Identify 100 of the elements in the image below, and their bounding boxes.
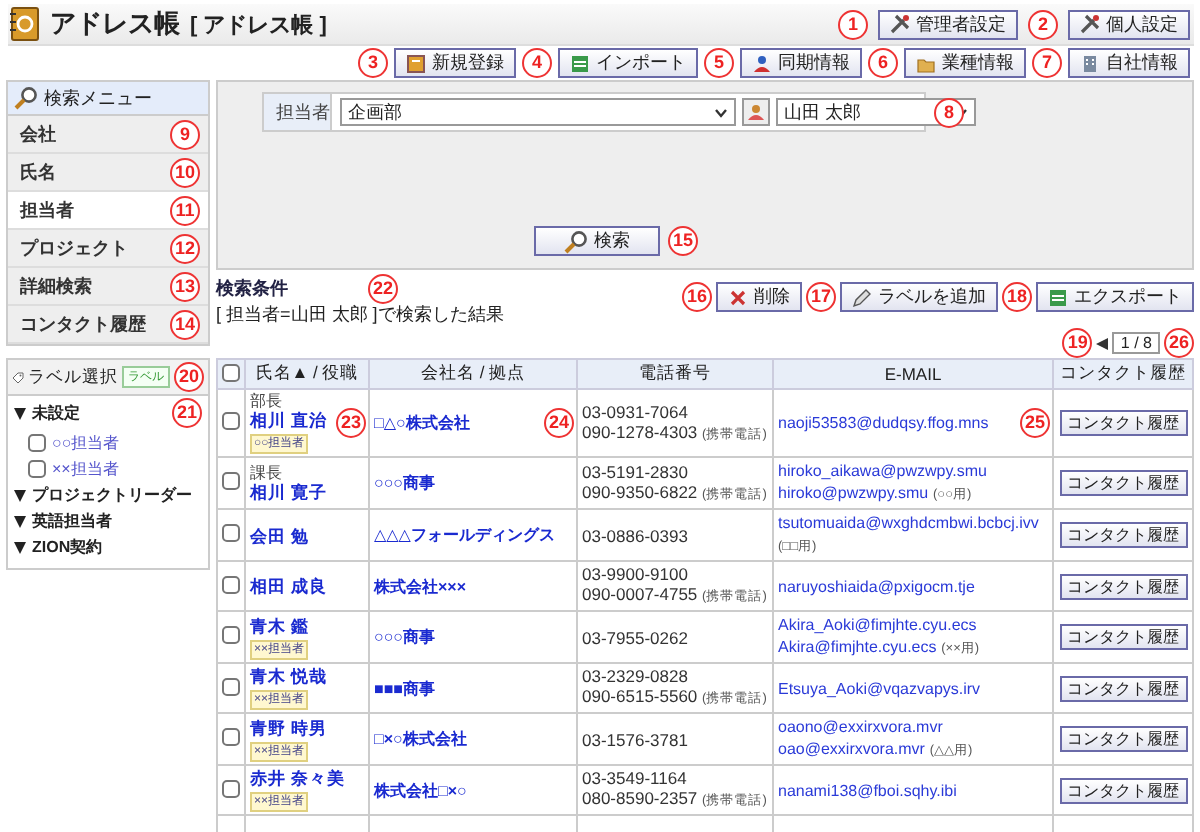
company-link[interactable]: ○○○商事 (374, 474, 435, 492)
callout-number: 25 (1020, 408, 1050, 438)
email-link[interactable]: hiroko_aikawa@pwzwpy.smu (778, 462, 987, 480)
toolbar-button[interactable]: 自社情報 (1068, 48, 1190, 78)
label-group[interactable]: プロジェクトリーダー (32, 484, 192, 506)
settings-button[interactable]: 個人設定 (1068, 9, 1190, 39)
action-button[interactable]: エクスポート (1036, 282, 1194, 312)
contact-name[interactable]: 相川 寛子 (250, 482, 327, 502)
history-button[interactable]: コンタクト履歴 (1059, 410, 1187, 436)
column-header[interactable]: 電話番号 (577, 359, 773, 389)
email-link[interactable]: naoji53583@dudqsy.ffog.mns (778, 414, 989, 432)
column-header[interactable]: コンタクト履歴 (1053, 359, 1193, 389)
phone-number: 03-2329-0828 (582, 666, 688, 686)
callout-number: 23 (336, 408, 366, 438)
row-checkbox[interactable] (222, 412, 240, 430)
job-title: 課長 (250, 464, 284, 482)
panel-title: ラベル選択 (28, 365, 118, 389)
callout-number: 6 (868, 48, 898, 78)
picker-button[interactable] (742, 98, 770, 126)
toolbar-button[interactable]: インポート (558, 48, 698, 78)
column-header[interactable]: 氏名▲ / 役職 (245, 359, 369, 389)
select-all-checkbox[interactable] (222, 363, 240, 381)
action-button[interactable]: 削除 (716, 282, 802, 312)
company-link[interactable]: ○○○商事 (374, 628, 435, 646)
label-group[interactable]: ZION契約 (32, 536, 103, 558)
callout-number: 2 (1028, 9, 1058, 39)
company-link[interactable]: □×○株式会社 (374, 730, 467, 748)
phone-number: 03-9900-9100 (582, 564, 688, 584)
row-checkbox[interactable] (222, 626, 240, 644)
action-button[interactable]: ラベルを追加 (840, 282, 998, 312)
expanded-icon[interactable] (14, 541, 26, 553)
email-link[interactable]: oao@exxirxvora.mvr (778, 740, 925, 758)
row-checkbox[interactable] (222, 524, 240, 542)
callout-number: 3 (358, 48, 388, 78)
expanded-icon[interactable] (14, 515, 26, 527)
job-title: 部長 (250, 392, 284, 410)
row-checkbox[interactable] (222, 728, 240, 746)
expanded-icon[interactable] (14, 489, 26, 501)
search-icon (564, 229, 588, 253)
person-icon (752, 53, 772, 73)
toolbar-button[interactable]: 業種情報 (904, 48, 1026, 78)
history-button[interactable]: コンタクト履歴 (1059, 573, 1187, 599)
history-button[interactable]: コンタクト履歴 (1059, 726, 1187, 752)
checkbox[interactable] (28, 434, 46, 452)
callout-number: 7 (1032, 48, 1062, 78)
company-link[interactable]: ■■■商事 (374, 679, 435, 697)
company-link[interactable]: 株式会社××× (374, 577, 467, 595)
phone-number: 090-9350-6822 (582, 481, 698, 501)
folder-icon (916, 53, 936, 73)
phone-number: 090-0007-4755 (582, 584, 698, 604)
contact-name[interactable]: 青野 時男 (250, 717, 327, 737)
email-link[interactable]: oaono@exxirxvora.mvr (778, 718, 943, 736)
contact-name[interactable]: 青木 悦哉 (250, 666, 327, 686)
company-link[interactable]: □△○株式会社 (374, 414, 470, 432)
phone-number: 090-1278-4303 (582, 421, 698, 441)
history-button[interactable]: コンタクト履歴 (1059, 522, 1187, 548)
column-header[interactable]: 会社名 / 拠点 (369, 359, 577, 389)
callout-number: 26 (1164, 328, 1194, 358)
callout-number: 21 (172, 398, 202, 428)
history-button[interactable]: コンタクト履歴 (1059, 624, 1187, 650)
column-header[interactable]: E-MAIL (773, 359, 1053, 389)
pencil-icon (852, 287, 872, 307)
history-button[interactable]: コンタクト履歴 (1059, 675, 1187, 701)
contact-name[interactable]: 青木 鑑 (250, 615, 309, 635)
contact-name[interactable]: 会田 勉 (250, 525, 309, 545)
contact-name[interactable]: 相川 直治 (250, 410, 327, 430)
checkbox[interactable] (28, 460, 46, 478)
callout-number: 20 (174, 362, 204, 392)
label-group[interactable]: 英語担当者 (32, 510, 112, 532)
email-link[interactable]: Akira@fimjhte.cyu.ecs (778, 638, 937, 656)
department-dropdown[interactable]: 企画部 (340, 98, 736, 126)
row-checkbox[interactable] (222, 575, 240, 593)
callout-number: 19 (1062, 328, 1093, 358)
toolbar-button[interactable]: 新規登録 (394, 48, 516, 78)
phone-number: 090-6515-5560 (582, 686, 698, 706)
search-button[interactable]: 検索 (534, 226, 660, 256)
row-checkbox[interactable] (222, 472, 240, 490)
toolbar-button[interactable]: 同期情報 (740, 48, 862, 78)
contact-name[interactable]: 赤井 奈々美 (250, 768, 345, 788)
settings-button[interactable]: 管理者設定 (878, 9, 1018, 39)
search-icon (14, 86, 38, 110)
expanded-icon[interactable] (14, 407, 26, 419)
email-link[interactable]: Akira_Aoki@fimjhte.cyu.ecs (778, 616, 977, 634)
history-button[interactable]: コンタクト履歴 (1059, 777, 1187, 803)
email-link[interactable]: hiroko@pwzwpy.smu (778, 484, 929, 502)
row-checkbox[interactable] (222, 779, 240, 797)
history-button[interactable]: コンタクト履歴 (1059, 470, 1187, 496)
condition-text: [ 担当者=山田 太郎 ]で検索した結果 (216, 302, 504, 328)
callout-number: 4 (522, 48, 552, 78)
label-group[interactable]: 未設定 (32, 402, 80, 424)
row-checkbox[interactable] (222, 677, 240, 695)
panel-title: 検索メニュー (44, 85, 152, 111)
label-item[interactable]: ○○担当者 (52, 432, 120, 454)
app-subtitle: [ アドレス帳 ] (190, 11, 327, 39)
callout-number: 5 (704, 48, 734, 78)
page-select[interactable]: 1 / 8 (1112, 332, 1160, 354)
phone-number: 03-0931-7064 (582, 401, 688, 421)
email-link[interactable]: tsutomuaida@wxghdcmbwi.bcbcj.ivv (778, 514, 1039, 532)
label-item[interactable]: ××担当者 (52, 458, 119, 480)
company-link[interactable]: 株式会社□×○ (374, 781, 467, 799)
